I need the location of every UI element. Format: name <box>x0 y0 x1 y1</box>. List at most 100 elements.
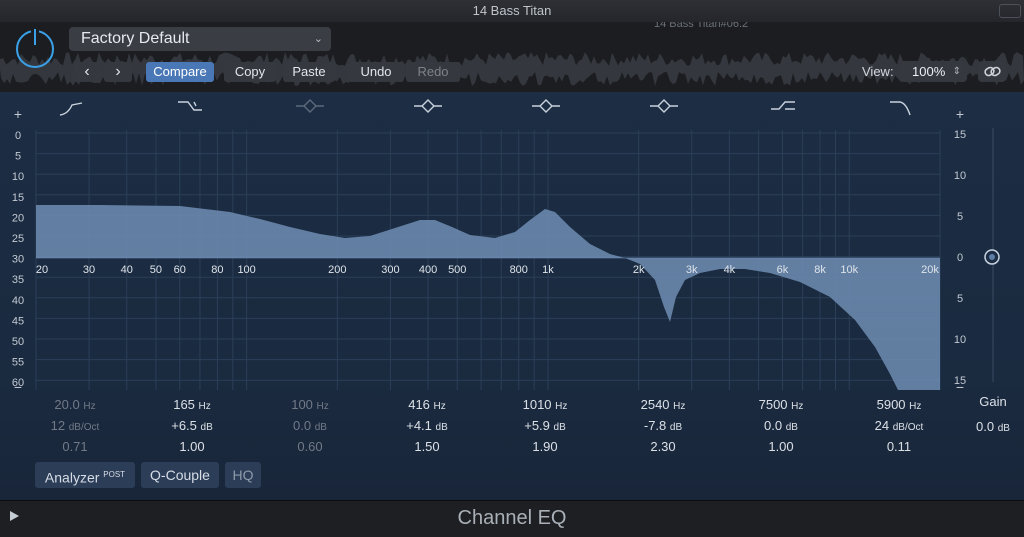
band-frequency-field[interactable]: 7500 Hz <box>726 397 836 412</box>
q-couple-button[interactable]: Q-Couple <box>141 462 219 488</box>
undo-button[interactable]: Undo <box>348 62 404 82</box>
high-shelf-icon[interactable] <box>771 101 795 110</box>
band-frequency-field[interactable]: 20.0 Hz <box>20 397 130 412</box>
frequency-label: 800 <box>510 264 528 276</box>
gain-label: Gain <box>979 394 1007 409</box>
redo-button[interactable]: Redo <box>406 62 460 82</box>
band-q: 1.00 <box>179 439 205 454</box>
frequency-label: 100 <box>237 264 255 276</box>
band-gain: +4.1 <box>406 418 432 433</box>
previous-preset-button[interactable]: ‹ <box>73 62 101 82</box>
band-frequency: 20.0 <box>54 397 80 412</box>
band-frequency-unit: Hz <box>791 401 804 412</box>
band-gain: +6.5 <box>171 418 197 433</box>
band-frequency: 100 <box>291 397 313 412</box>
band-q-field[interactable]: 0.60 <box>255 439 365 454</box>
band-frequency-unit: Hz <box>909 401 922 412</box>
view-zoom-select[interactable]: 100% ⇕ <box>900 61 967 82</box>
peak-icon[interactable] <box>296 99 324 113</box>
high-cut-icon[interactable] <box>890 101 911 116</box>
low-cut-icon[interactable] <box>59 102 83 116</box>
window-resize-button[interactable] <box>999 4 1021 18</box>
peak-icon[interactable] <box>532 99 560 113</box>
plugin-header: 14 Bass Titan#06.2 Factory Default ⌄ ‹ ›… <box>0 22 1024 92</box>
frequency-label: 8k <box>814 264 826 276</box>
band-gain: 24 <box>874 418 890 433</box>
right-scale-minus: − <box>956 379 964 395</box>
left-scale-label: 45 <box>12 315 24 327</box>
left-scale-label: 20 <box>12 212 24 224</box>
band-frequency-field[interactable]: 416 Hz <box>372 397 482 412</box>
frequency-label: 2k <box>633 264 645 276</box>
band-frequency-field[interactable]: 1010 Hz <box>490 397 600 412</box>
peak-icon[interactable] <box>650 99 678 113</box>
up-down-arrows-icon: ⇕ <box>952 66 961 77</box>
band-frequency-unit: Hz <box>83 401 96 412</box>
band-frequency: 165 <box>173 397 195 412</box>
link-button[interactable] <box>978 61 1006 82</box>
band-q-field[interactable]: 0.71 <box>20 439 130 454</box>
right-scale-plus: + <box>956 106 964 122</box>
gain-knob-center <box>989 254 995 260</box>
right-scale-label: 5 <box>957 293 963 305</box>
band-gain: +5.9 <box>524 418 550 433</box>
compare-button[interactable]: Compare <box>146 62 214 82</box>
band-gain-field[interactable]: 0.0 dB <box>726 418 836 433</box>
band-gain-field[interactable]: 0.0 dB <box>255 418 365 433</box>
plugin-name: Channel EQ <box>457 507 567 529</box>
frequency-label: 60 <box>174 264 186 276</box>
frequency-label: 3k <box>686 264 698 276</box>
band-frequency-field[interactable]: 100 Hz <box>255 397 365 412</box>
band-q-field[interactable]: 1.00 <box>137 439 247 454</box>
band-gain-unit: dB <box>435 422 448 433</box>
band-frequency-unit: Hz <box>555 401 568 412</box>
low-shelf-icon[interactable] <box>178 101 202 111</box>
frequency-label: 200 <box>328 264 346 276</box>
peak-icon[interactable] <box>414 99 442 113</box>
band-q-field[interactable]: 1.00 <box>726 439 836 454</box>
left-scale-label: 10 <box>12 171 24 183</box>
left-scale-label: 50 <box>12 336 24 348</box>
frequency-label: 50 <box>150 264 162 276</box>
band-gain-field[interactable]: +6.5 dB <box>137 418 247 433</box>
band-frequency: 2540 <box>640 397 670 412</box>
copy-button[interactable]: Copy <box>224 62 276 82</box>
band-gain-field[interactable]: +5.9 dB <box>490 418 600 433</box>
left-scale-label: 55 <box>12 357 24 369</box>
band-frequency-field[interactable]: 165 Hz <box>137 397 247 412</box>
band-gain-unit: dB/Oct <box>68 422 100 433</box>
band-q-field[interactable]: 2.30 <box>608 439 718 454</box>
right-scale-label: 10 <box>954 334 966 346</box>
band-frequency-unit: Hz <box>433 401 446 412</box>
band-frequency-unit: Hz <box>673 401 686 412</box>
next-preset-button[interactable]: › <box>104 62 132 82</box>
band-gain-unit: dB <box>785 422 798 433</box>
frequency-label: 4k <box>724 264 736 276</box>
band-frequency-field[interactable]: 2540 Hz <box>608 397 718 412</box>
paste-button[interactable]: Paste <box>283 62 335 82</box>
gain-value: 0.0 <box>976 419 995 434</box>
band-q-field[interactable]: 1.50 <box>372 439 482 454</box>
band-gain-field[interactable]: 12 dB/Oct <box>20 418 130 433</box>
left-scale-label: 35 <box>12 274 24 286</box>
left-scale-minus: − <box>14 379 22 395</box>
band-gain-field[interactable]: +4.1 dB <box>372 418 482 433</box>
link-icon <box>984 66 1001 77</box>
band-gain-field[interactable]: -7.8 dB <box>608 418 718 433</box>
frequency-label: 300 <box>381 264 399 276</box>
left-scale-label: 40 <box>12 295 24 307</box>
analyzer-button[interactable]: Analyzer POST <box>35 462 135 488</box>
band-q-field[interactable]: 1.90 <box>490 439 600 454</box>
frequency-label: 500 <box>448 264 466 276</box>
preset-menu[interactable]: Factory Default ⌄ <box>69 27 331 51</box>
right-scale-label: 0 <box>957 252 963 264</box>
gain-value-field[interactable]: 0.0 dB <box>938 419 1024 434</box>
hq-button[interactable]: HQ <box>225 462 261 488</box>
power-icon[interactable] <box>16 29 54 68</box>
band-gain-unit: dB <box>314 422 327 433</box>
track-name: 14 Bass Titan#06.2 <box>654 22 749 30</box>
right-scale-label: 15 <box>954 129 966 141</box>
band-q-field[interactable]: 0.11 <box>844 439 954 454</box>
analyzer-label: Analyzer <box>44 469 100 486</box>
band-gain-unit: dB <box>200 422 213 433</box>
